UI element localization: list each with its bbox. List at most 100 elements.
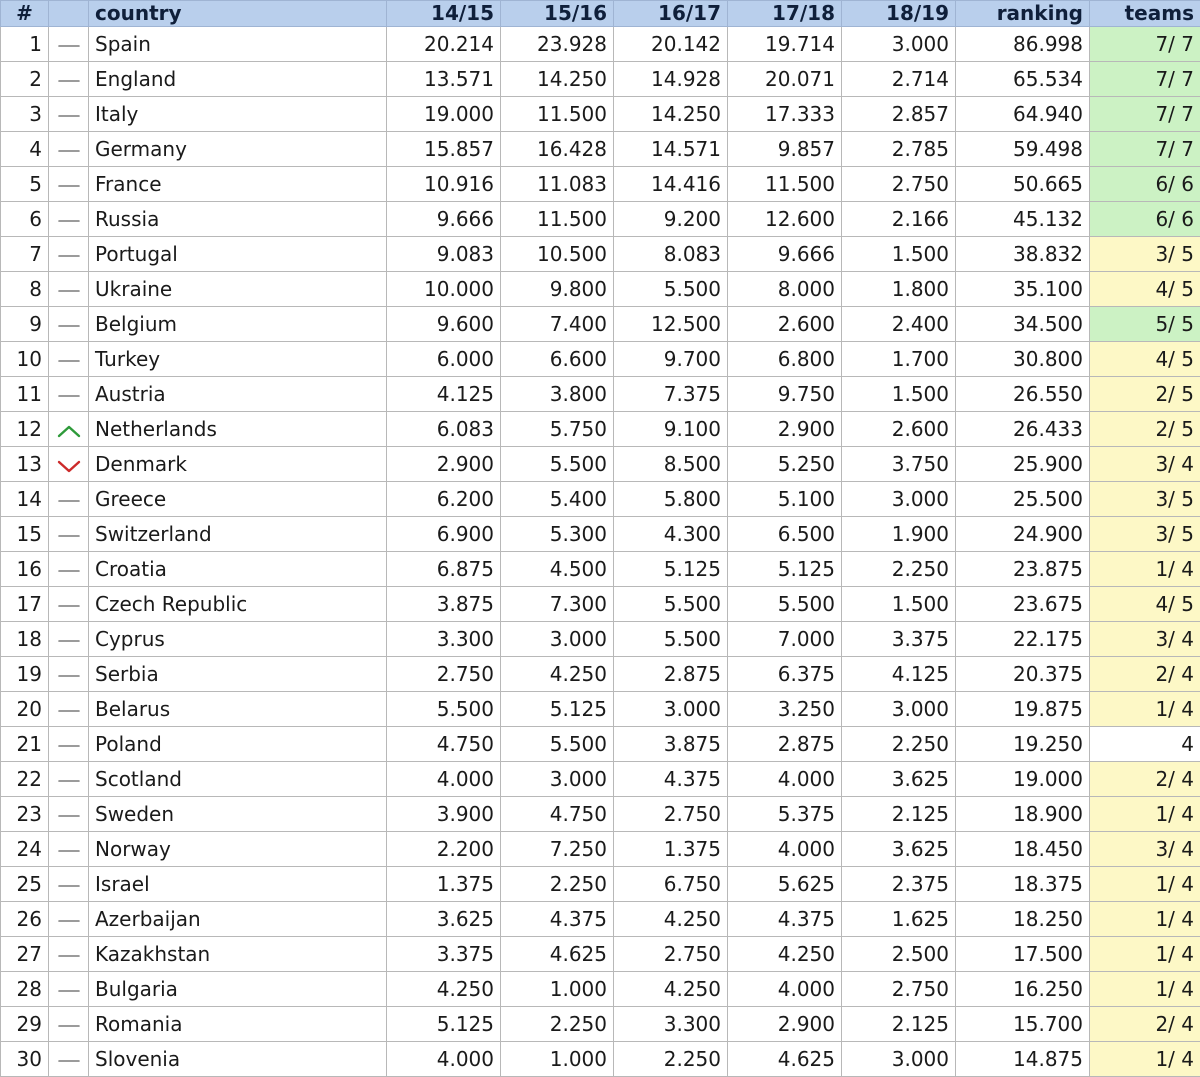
cell-country[interactable]: Austria: [88, 376, 387, 412]
cell-country[interactable]: Netherlands: [88, 411, 387, 447]
cell-rank: 5: [0, 166, 49, 202]
cell-country[interactable]: Kazakhstan: [88, 936, 387, 972]
cell-country[interactable]: Turkey: [88, 341, 387, 377]
cell-country[interactable]: Switzerland: [88, 516, 387, 552]
header-season-1617[interactable]: 16/17: [613, 0, 728, 27]
cell-season-1617: 14.571: [613, 131, 728, 167]
table-row[interactable]: 17 Czech Republic 3.875 7.300 5.500 5.500 1.50…: [0, 586, 1200, 622]
table-row[interactable]: 8 Ukraine 10.000 9.800 5.500 8.000 1.800 35.100…: [0, 271, 1200, 307]
cell-season-1718: 19.714: [727, 26, 842, 62]
cell-country[interactable]: Slovenia: [88, 1041, 387, 1077]
table-row[interactable]: 13 Denmark 2.900 5.500 8.500 5.250 3.750 25.900…: [0, 446, 1200, 482]
table-row[interactable]: 10 Turkey 6.000 6.600 9.700 6.800 1.700 30.800 4…: [0, 341, 1200, 377]
cell-country[interactable]: Russia: [88, 201, 387, 237]
table-row[interactable]: 21 Poland 4.750 5.500 3.875 2.875 2.250 19.250 4: [0, 726, 1200, 762]
table-row[interactable]: 28 Bulgaria 4.250 1.000 4.250 4.000 2.750 16.25…: [0, 971, 1200, 1007]
cell-country[interactable]: France: [88, 166, 387, 202]
header-season-1718[interactable]: 17/18: [727, 0, 842, 27]
cell-season-1718: 11.500: [727, 166, 842, 202]
header-teams[interactable]: teams: [1089, 0, 1200, 27]
cell-country[interactable]: Scotland: [88, 761, 387, 797]
cell-trend: [48, 551, 89, 587]
cell-country[interactable]: Israel: [88, 866, 387, 902]
table-row[interactable]: 25 Israel 1.375 2.250 6.750 5.625 2.375 18.375 1…: [0, 866, 1200, 902]
cell-season-1819: 2.600: [841, 411, 956, 447]
table-row[interactable]: 26 Azerbaijan 3.625 4.375 4.250 4.375 1.625 18.…: [0, 901, 1200, 937]
table-row[interactable]: 5 France 10.916 11.083 14.416 11.500 2.750 50.6…: [0, 166, 1200, 202]
table-row[interactable]: 7 Portugal 9.083 10.500 8.083 9.666 1.500 38.83…: [0, 236, 1200, 272]
table-row[interactable]: 22 Scotland 4.000 3.000 4.375 4.000 3.625 19.00…: [0, 761, 1200, 797]
cell-country[interactable]: Germany: [88, 131, 387, 167]
header-season-1819[interactable]: 18/19: [841, 0, 956, 27]
cell-season-1516: 2.250: [500, 866, 614, 902]
table-row[interactable]: 27 Kazakhstan 3.375 4.625 2.750 4.250 2.500 17.…: [0, 936, 1200, 972]
cell-trend: [48, 621, 89, 657]
cell-trend: [48, 831, 89, 867]
table-row[interactable]: 24 Norway 2.200 7.250 1.375 4.000 3.625 18.450 3…: [0, 831, 1200, 867]
header-season-1516[interactable]: 15/16: [500, 0, 614, 27]
table-row[interactable]: 16 Croatia 6.875 4.500 5.125 5.125 2.250 23.875…: [0, 551, 1200, 587]
cell-country[interactable]: Romania: [88, 1006, 387, 1042]
cell-season-1516: 7.400: [500, 306, 614, 342]
table-row[interactable]: 29 Romania 5.125 2.250 3.300 2.900 2.125 15.700…: [0, 1006, 1200, 1042]
table-row[interactable]: 6 Russia 9.666 11.500 9.200 12.600 2.166 45.132…: [0, 201, 1200, 237]
cell-country[interactable]: Serbia: [88, 656, 387, 692]
dash-icon: [55, 36, 83, 56]
table-row[interactable]: 14 Greece 6.200 5.400 5.800 5.100 3.000 25.500 3…: [0, 481, 1200, 517]
cell-country[interactable]: Belarus: [88, 691, 387, 727]
cell-season-1516: 3.000: [500, 761, 614, 797]
cell-ranking-points: 59.498: [955, 131, 1090, 167]
cell-country[interactable]: Greece: [88, 481, 387, 517]
cell-season-1617: 12.500: [613, 306, 728, 342]
cell-country[interactable]: Azerbaijan: [88, 901, 387, 937]
cell-season-1415: 6.875: [386, 551, 501, 587]
table-row[interactable]: 19 Serbia 2.750 4.250 2.875 6.375 4.125 20.375 2…: [0, 656, 1200, 692]
cell-country[interactable]: Bulgaria: [88, 971, 387, 1007]
table-row[interactable]: 20 Belarus 5.500 5.125 3.000 3.250 3.000 19.875…: [0, 691, 1200, 727]
table-row[interactable]: 30 Slovenia 4.000 1.000 2.250 4.625 3.000 14.87…: [0, 1041, 1200, 1077]
cell-country[interactable]: Cyprus: [88, 621, 387, 657]
cell-country[interactable]: Czech Republic: [88, 586, 387, 622]
table-row[interactable]: 3 Italy 19.000 11.500 14.250 17.333 2.857 64.94…: [0, 96, 1200, 132]
cell-trend: [48, 586, 89, 622]
cell-country[interactable]: Ukraine: [88, 271, 387, 307]
header-season-1415[interactable]: 14/15: [386, 0, 501, 27]
cell-season-1819: 2.500: [841, 936, 956, 972]
cell-teams: 7/ 7: [1089, 26, 1200, 62]
cell-country[interactable]: England: [88, 61, 387, 97]
table-row[interactable]: 12 Netherlands 6.083 5.750 9.100 2.900 2.600 26…: [0, 411, 1200, 447]
table-row[interactable]: 2 England 13.571 14.250 14.928 20.071 2.714 65.…: [0, 61, 1200, 97]
cell-country[interactable]: Italy: [88, 96, 387, 132]
cell-country[interactable]: Spain: [88, 26, 387, 62]
cell-country[interactable]: Poland: [88, 726, 387, 762]
cell-season-1718: 4.375: [727, 901, 842, 937]
table-row[interactable]: 23 Sweden 3.900 4.750 2.750 5.375 2.125 18.900 1…: [0, 796, 1200, 832]
cell-country[interactable]: Croatia: [88, 551, 387, 587]
table-row[interactable]: 11 Austria 4.125 3.800 7.375 9.750 1.500 26.550…: [0, 376, 1200, 412]
cell-season-1516: 11.083: [500, 166, 614, 202]
table-row[interactable]: 15 Switzerland 6.900 5.300 4.300 6.500 1.900 24…: [0, 516, 1200, 552]
header-ranking[interactable]: ranking: [955, 0, 1090, 27]
table-row[interactable]: 18 Cyprus 3.300 3.000 5.500 7.000 3.375 22.175 3…: [0, 621, 1200, 657]
table-row[interactable]: 9 Belgium 9.600 7.400 12.500 2.600 2.400 34.500…: [0, 306, 1200, 342]
table-row[interactable]: 1 Spain 20.214 23.928 20.142 19.714 3.000 86.99…: [0, 26, 1200, 62]
cell-country[interactable]: Portugal: [88, 236, 387, 272]
cell-season-1718: 9.750: [727, 376, 842, 412]
cell-season-1617: 2.250: [613, 1041, 728, 1077]
cell-season-1415: 4.000: [386, 1041, 501, 1077]
table-row[interactable]: 4 Germany 15.857 16.428 14.571 9.857 2.785 59.4…: [0, 131, 1200, 167]
cell-teams: 3/ 4: [1089, 446, 1200, 482]
cell-season-1819: 3.000: [841, 481, 956, 517]
dash-icon: [55, 176, 83, 196]
cell-teams: 1/ 4: [1089, 551, 1200, 587]
cell-country[interactable]: Denmark: [88, 446, 387, 482]
header-country[interactable]: country: [88, 0, 387, 27]
cell-season-1516: 16.428: [500, 131, 614, 167]
cell-country[interactable]: Belgium: [88, 306, 387, 342]
cell-trend: [48, 411, 89, 447]
cell-country[interactable]: Sweden: [88, 796, 387, 832]
header-rank[interactable]: #: [0, 0, 49, 27]
cell-rank: 2: [0, 61, 49, 97]
cell-rank: 8: [0, 271, 49, 307]
cell-country[interactable]: Norway: [88, 831, 387, 867]
